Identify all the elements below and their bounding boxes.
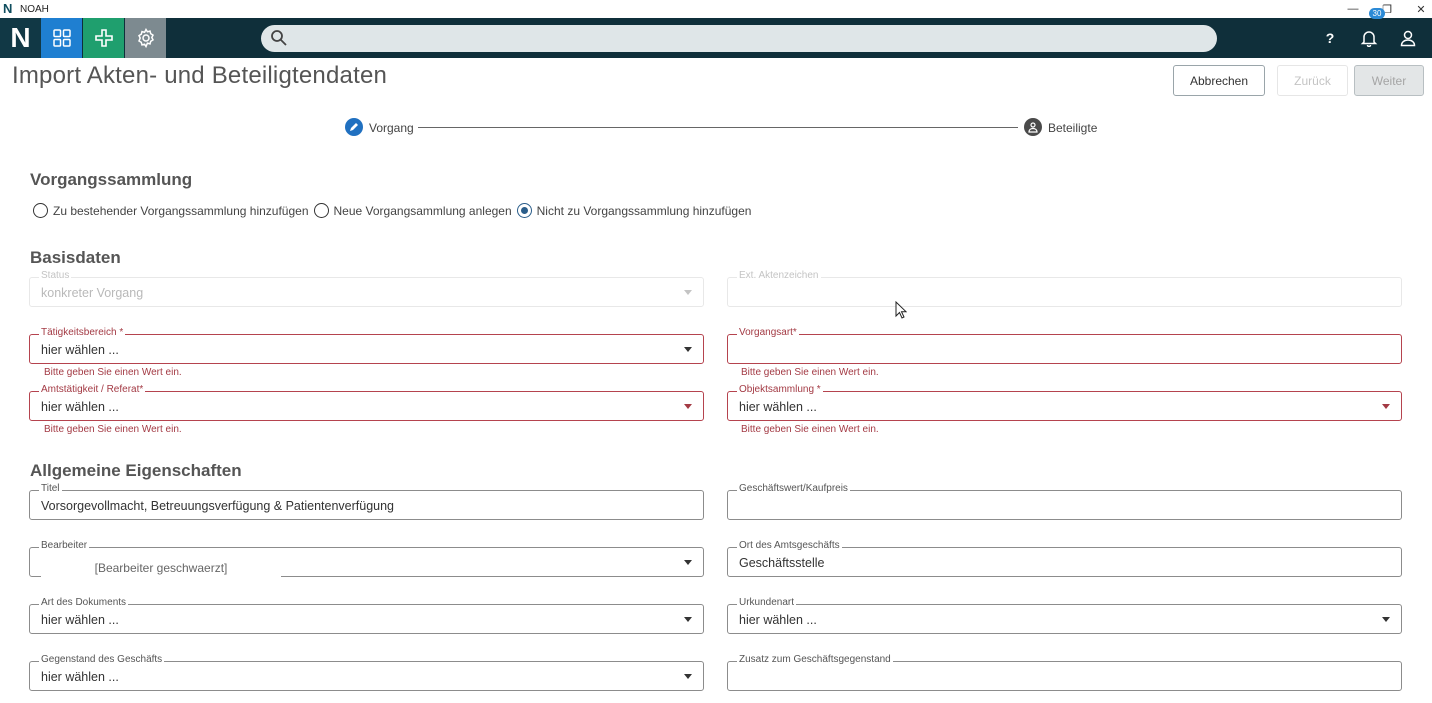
objektsammlung-select[interactable]: Objektsammlung * hier wählen ... xyxy=(727,384,1402,421)
taetigkeitsbereich-value: hier wählen ... xyxy=(41,343,119,357)
art-des-dokuments-select[interactable]: Art des Dokuments hier wählen ... xyxy=(29,597,704,634)
gear-icon xyxy=(137,28,154,48)
person-icon xyxy=(1028,122,1038,133)
taetigkeitsbereich-error: Bitte geben Sie einen Wert ein. xyxy=(44,367,182,378)
bearbeiter-value: [Bearbeiter geschwaerzt] xyxy=(41,556,281,580)
step-beteiligte-icon[interactable] xyxy=(1024,118,1042,136)
chevron-down-icon[interactable] xyxy=(684,347,692,352)
status-select: Status konkreter Vorgang xyxy=(29,270,704,307)
chevron-down-icon[interactable] xyxy=(684,404,692,409)
amtstaetigkeit-select[interactable]: Amtstätigkeit / Referat* hier wählen ... xyxy=(29,384,704,421)
gegenstand-select[interactable]: Gegenstand des Geschäfts hier wählen ... xyxy=(29,654,704,691)
zusatz-gegenstand-field[interactable]: Zusatz zum Geschäftsgegenstand xyxy=(727,654,1402,691)
collection-radio-group: Zu bestehender Vorgangssammlung hinzufüg… xyxy=(33,203,756,218)
vorgangsart-label: Vorgangsart* xyxy=(737,327,799,338)
chevron-down-icon[interactable] xyxy=(684,674,692,679)
plus-icon xyxy=(94,29,113,47)
radio-label: Zu bestehender Vorgangssammlung hinzufüg… xyxy=(53,203,309,218)
section-title-allgemeine-eigenschaften: Allgemeine Eigenschaften xyxy=(30,461,242,480)
zusatz-gegenstand-label: Zusatz zum Geschäftsgegenstand xyxy=(737,654,893,665)
section-title-basisdaten: Basisdaten xyxy=(30,248,121,267)
titel-value: Vorsorgevollmacht, Betreuungsverfügung &… xyxy=(41,499,395,513)
close-window-button[interactable]: ✕ xyxy=(1404,0,1432,18)
settings-button[interactable] xyxy=(125,18,166,58)
search-icon xyxy=(271,30,287,46)
urkundenart-label: Urkundenart xyxy=(737,597,797,608)
objektsammlung-label: Objektsammlung * xyxy=(737,384,823,395)
help-button[interactable]: ? xyxy=(1315,18,1345,58)
back-button[interactable]: Zurück xyxy=(1277,65,1348,96)
radio-existing-collection[interactable]: Zu bestehender Vorgangssammlung hinzufüg… xyxy=(33,203,309,218)
radio-new-collection[interactable]: Neue Vorgangsammlung anlegen xyxy=(313,203,512,218)
bearbeiter-label: Bearbeiter xyxy=(39,540,90,551)
vorgangsart-error: Bitte geben Sie einen Wert ein. xyxy=(741,367,879,378)
art-des-dokuments-value: hier wählen ... xyxy=(41,613,119,627)
status-value: konkreter Vorgang xyxy=(41,286,144,300)
urkundenart-select[interactable]: Urkundenart hier wählen ... xyxy=(727,597,1402,634)
chevron-down-icon xyxy=(684,290,692,295)
window-title: NOAH xyxy=(20,3,49,15)
vorgangsart-field[interactable]: Vorgangsart* xyxy=(727,327,1402,364)
step-vorgang-icon[interactable] xyxy=(345,118,363,136)
minimize-button[interactable]: — xyxy=(1336,0,1370,18)
user-icon xyxy=(1400,30,1416,47)
app-header: N ? xyxy=(0,18,1432,58)
radio-circle[interactable] xyxy=(33,203,48,218)
ort-amtsgeschaeft-value: Geschäftsstelle xyxy=(739,556,825,570)
taetigkeitsbereich-label: Tätigkeitsbereich * xyxy=(39,327,126,338)
section-title-vorgangssammlung: Vorgangssammlung xyxy=(30,170,193,189)
search-input[interactable] xyxy=(297,25,1197,52)
cancel-button[interactable]: Abbrechen xyxy=(1173,65,1265,96)
search-bar[interactable] xyxy=(261,25,1217,52)
ext-aktenzeichen-field: Ext. Aktenzeichen xyxy=(727,270,1402,307)
chevron-down-icon[interactable] xyxy=(684,617,692,622)
ort-amtsgeschaeft-field[interactable]: Ort des Amtsgeschäfts Geschäftsstelle xyxy=(727,540,1402,577)
radio-label: Neue Vorgangsammlung anlegen xyxy=(333,203,512,218)
chevron-down-icon[interactable] xyxy=(684,560,692,565)
mouse-cursor-icon xyxy=(895,301,907,319)
stepper-line xyxy=(418,127,1018,128)
amtstaetigkeit-value: hier wählen ... xyxy=(41,400,119,414)
art-des-dokuments-label: Art des Dokuments xyxy=(39,597,129,608)
window-titlebar: N NOAH xyxy=(0,0,1432,18)
urkundenart-value: hier wählen ... xyxy=(739,613,817,627)
radio-no-collection[interactable]: Nicht zu Vorgangssammlung hinzufügen xyxy=(516,203,752,218)
step-vorgang-label: Vorgang xyxy=(369,121,414,135)
taetigkeitsbereich-select[interactable]: Tätigkeitsbereich * hier wählen ... xyxy=(29,327,704,364)
chevron-down-icon[interactable] xyxy=(1382,617,1390,622)
user-menu-button[interactable] xyxy=(1393,18,1423,58)
brand-logo[interactable]: N xyxy=(0,18,41,58)
gegenstand-label: Gegenstand des Geschäfts xyxy=(39,654,165,665)
ext-aktenzeichen-label: Ext. Aktenzeichen xyxy=(737,270,821,281)
objektsammlung-error: Bitte geben Sie einen Wert ein. xyxy=(741,424,879,435)
next-button[interactable]: Weiter xyxy=(1354,65,1424,96)
chevron-down-icon[interactable] xyxy=(1382,404,1390,409)
page-title: Import Akten- und Beteiligtendaten xyxy=(12,62,388,89)
add-button[interactable] xyxy=(83,18,124,58)
amtstaetigkeit-label: Amtstätigkeit / Referat* xyxy=(39,384,146,395)
gegenstand-value: hier wählen ... xyxy=(41,670,119,684)
geschaeftswert-field[interactable]: Geschäftswert/Kaufpreis xyxy=(727,483,1402,520)
amtstaetigkeit-error: Bitte geben Sie einen Wert ein. xyxy=(44,424,182,435)
notification-badge: 30 xyxy=(1369,8,1385,19)
notifications-button[interactable] xyxy=(1354,18,1384,58)
pencil-icon xyxy=(350,123,358,131)
radio-label: Nicht zu Vorgangssammlung hinzufügen xyxy=(536,203,752,218)
titel-field[interactable]: Titel Vorsorgevollmacht, Betreuungsverfü… xyxy=(29,483,704,520)
app-logo-icon: N xyxy=(3,1,13,16)
step-beteiligte-label: Beteiligte xyxy=(1048,121,1098,135)
radio-circle[interactable] xyxy=(313,203,329,218)
ort-amtsgeschaeft-label: Ort des Amtsgeschäfts xyxy=(737,540,842,551)
objektsammlung-value: hier wählen ... xyxy=(739,400,817,414)
apps-grid-button[interactable] xyxy=(41,18,82,58)
geschaeftswert-label: Geschäftswert/Kaufpreis xyxy=(737,483,850,494)
status-label: Status xyxy=(39,270,72,281)
bell-icon xyxy=(1360,31,1378,47)
grid-icon xyxy=(52,29,71,47)
radio-circle-selected[interactable] xyxy=(516,203,532,218)
titel-label: Titel xyxy=(39,483,62,494)
